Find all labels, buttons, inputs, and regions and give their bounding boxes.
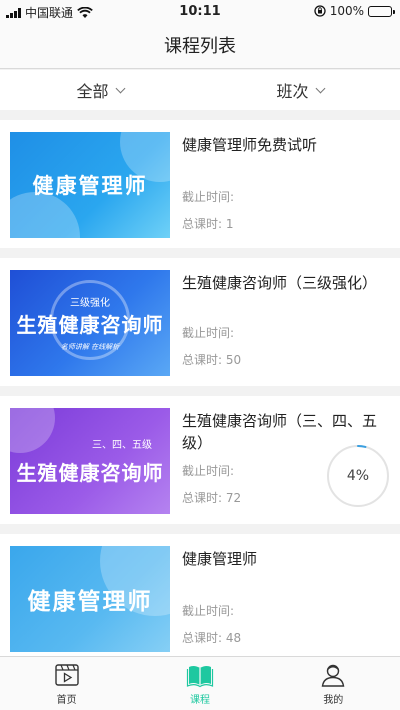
course-deadline: 截止时间: — [182, 190, 235, 204]
chevron-down-icon — [115, 83, 125, 93]
tab-bar: 首页 课程 我的 — [0, 656, 400, 710]
tab-home[interactable]: 首页 — [0, 657, 133, 710]
course-deadline: 截止时间: — [182, 604, 235, 618]
course-card[interactable]: 三级强化 生殖健康咨询师 名师讲解 在线解析 生殖健康咨询师（三级强化） 截止时… — [0, 258, 400, 386]
filter-class-label: 班次 — [276, 82, 309, 101]
course-thumbnail: 三、四、五级 生殖健康咨询师 — [10, 408, 170, 514]
tab-course[interactable]: 课程 — [133, 657, 266, 710]
thumbnail-title: 生殖健康咨询师 — [16, 461, 164, 485]
course-hours: 总课时: 72 — [182, 491, 242, 505]
tab-profile[interactable]: 我的 — [267, 657, 400, 710]
course-hours: 总课时: 1 — [182, 217, 234, 231]
page-title: 课程列表 — [164, 36, 236, 57]
filter-class-dropdown[interactable]: 班次 — [200, 70, 400, 110]
filter-bar: 全部 班次 — [0, 70, 400, 110]
video-icon — [54, 663, 79, 686]
battery-percent: 100% — [329, 4, 364, 18]
course-title: 生殖健康咨询师（三级强化） — [182, 274, 378, 292]
course-deadline: 截止时间: — [182, 464, 235, 478]
status-right: 100% — [314, 4, 395, 18]
course-hours: 总课时: 48 — [182, 631, 242, 645]
filter-all-label: 全部 — [76, 82, 109, 101]
progress-percent: 4% — [346, 468, 370, 484]
book-icon — [186, 665, 214, 687]
course-card[interactable]: 健康管理师 健康管理师免费试听 截止时间: 总课时: 1 — [0, 120, 400, 248]
course-info: 生殖健康咨询师（三级强化） — [182, 272, 392, 294]
tab-home-label: 首页 — [56, 694, 77, 706]
thumbnail-tag: 三、四、五级 — [92, 440, 152, 451]
course-thumbnail: 三级强化 生殖健康咨询师 名师讲解 在线解析 — [10, 270, 170, 376]
course-info: 健康管理师 — [182, 548, 392, 570]
orientation-lock-icon — [314, 5, 326, 17]
course-thumbnail: 健康管理师 — [10, 132, 170, 238]
course-deadline: 截止时间: — [182, 326, 235, 340]
chevron-down-icon — [315, 83, 325, 93]
tab-course-label: 课程 — [189, 694, 210, 706]
filter-all-dropdown[interactable]: 全部 — [0, 70, 200, 110]
course-title: 健康管理师免费试听 — [182, 136, 318, 154]
battery-icon — [368, 5, 395, 17]
course-card[interactable]: 三、四、五级 生殖健康咨询师 生殖健康咨询师（三、四、五级） 截止时间: 总课时… — [0, 396, 400, 524]
course-hours: 总课时: 50 — [182, 353, 242, 367]
user-icon — [321, 664, 345, 687]
status-bar: 中国联通 10:11 100% — [0, 0, 400, 24]
course-title: 健康管理师 — [182, 550, 258, 568]
nav-bar: 课程列表 — [0, 24, 400, 69]
progress-ring: 4% — [326, 444, 390, 508]
course-card[interactable]: 健康管理师 健康管理师 截止时间: 总课时: 48 — [0, 534, 400, 656]
course-thumbnail: 健康管理师 — [10, 546, 170, 652]
tab-profile-label: 我的 — [323, 694, 344, 706]
course-info: 健康管理师免费试听 — [182, 134, 392, 156]
